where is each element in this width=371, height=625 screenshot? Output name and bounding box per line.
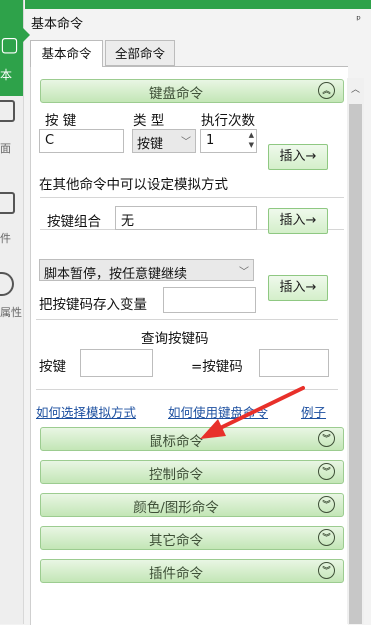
chevron-down-double-icon[interactable]: ︾ — [318, 430, 335, 447]
panel-title: 基本命令 — [31, 17, 84, 32]
chevron-down-double-icon[interactable]: ︾ — [318, 496, 335, 513]
vertical-scrollbar[interactable]: ︿ — [347, 78, 364, 624]
left-tab-properties[interactable]: 属性 — [0, 272, 23, 320]
section-plugin-header[interactable]: 插件命令 ︾ — [40, 559, 344, 583]
document-icon — [0, 192, 15, 214]
panel-top-accent — [25, 0, 371, 9]
section-mouse-label: 鼠标命令 — [149, 434, 203, 450]
type-select[interactable]: 按键 ﹀ — [132, 129, 196, 153]
insert-pause-button[interactable]: 插入→ — [268, 275, 328, 301]
chevron-up-double-icon[interactable]: ︽ — [318, 82, 335, 99]
scroll-thumb[interactable] — [349, 104, 362, 624]
tab-all-commands[interactable]: 全部命令 — [105, 40, 175, 66]
left-tab-interface[interactable]: 面 — [0, 100, 23, 156]
type-select-value: 按键 — [137, 137, 164, 152]
section-color-graphics-header[interactable]: 颜色/图形命令 ︾ — [40, 493, 344, 517]
script-icon: ▢ — [0, 32, 19, 56]
left-tab-interface-label: 面 — [0, 142, 11, 155]
pause-select[interactable]: 脚本暂停，按任意键继续 ﹀ — [39, 259, 254, 282]
link-choose-simulation[interactable]: 如何选择模拟方式 — [36, 402, 136, 421]
stepper-down-icon[interactable]: ▼ — [249, 141, 254, 149]
query-key-label: 按键 — [39, 359, 66, 375]
section-control-label: 控制命令 — [149, 467, 203, 483]
section-keyboard-header[interactable]: 键盘命令 ︽ — [40, 79, 344, 103]
left-tab-plugin-label: 件 — [0, 232, 11, 245]
query-title: 查询按键码 — [141, 331, 209, 347]
left-tab-basic-label: 本 — [0, 68, 13, 82]
chevron-down-double-icon[interactable]: ︾ — [318, 529, 335, 546]
pin-icon[interactable]: ᵖ — [356, 13, 361, 26]
section-other-label: 其它命令 — [149, 533, 203, 549]
left-tab-plugin[interactable]: 件 — [0, 192, 23, 246]
section-other-header[interactable]: 其它命令 ︾ — [40, 526, 344, 550]
column-type-label: 类 型 — [133, 113, 165, 129]
insert-combo-button[interactable]: 插入→ — [268, 208, 328, 234]
left-tab-basic[interactable]: ▢ 本 — [0, 0, 23, 96]
section-color-graphics-label: 颜色/图形命令 — [133, 500, 219, 516]
column-key-label: 按 键 — [45, 113, 77, 129]
count-value: 1 — [206, 133, 215, 148]
combo-label: 按键组合 — [47, 214, 101, 230]
left-tab-properties-label: 属性 — [0, 306, 22, 319]
chevron-down-icon: ﹀ — [239, 267, 249, 278]
chevron-down-icon: ﹀ — [181, 137, 191, 148]
info-icon — [0, 272, 14, 296]
section-keyboard-label: 键盘命令 — [149, 86, 203, 102]
stepper-up-icon[interactable]: ▲ — [249, 131, 254, 139]
scroll-up-icon[interactable]: ︿ — [347, 83, 364, 97]
section-mouse-header[interactable]: 鼠标命令 ︾ — [40, 427, 344, 451]
divider — [36, 319, 338, 320]
left-sidebar: ▢ 本 面 件 属性 — [0, 0, 24, 624]
chevron-down-double-icon[interactable]: ︾ — [318, 562, 335, 579]
command-panel: 基本命令 ᵖ 基本命令 全部命令 键盘命令 ︽ 按 键 类 型 执行次数 C 按… — [25, 0, 371, 625]
query-code-input[interactable] — [259, 349, 329, 377]
pause-select-value: 脚本暂停，按任意键继续 — [44, 267, 188, 282]
link-examples[interactable]: 例子 — [301, 402, 326, 421]
chevron-down-double-icon[interactable]: ︾ — [318, 463, 335, 480]
tab-content: 键盘命令 ︽ 按 键 类 型 执行次数 C 按键 ﹀ 1 ▲ ▼ 插入→ 在其他… — [30, 66, 348, 625]
count-stepper[interactable]: 1 ▲ ▼ — [200, 129, 257, 153]
insert-key-button[interactable]: 插入→ — [268, 144, 328, 170]
window-icon — [0, 100, 15, 122]
query-key-input[interactable] — [80, 349, 153, 377]
column-count-label: 执行次数 — [201, 113, 255, 129]
link-how-to-use-keyboard[interactable]: 如何使用键盘命令 — [168, 402, 268, 421]
key-input[interactable]: C — [39, 129, 124, 153]
combo-input[interactable]: 无 — [115, 206, 257, 230]
simulation-note: 在其他命令中可以设定模拟方式 — [39, 177, 228, 193]
tab-basic-commands[interactable]: 基本命令 — [30, 40, 103, 67]
section-plugin-label: 插件命令 — [149, 566, 203, 582]
divider — [36, 389, 338, 390]
save-var-label: 把按键码存入变量 — [39, 297, 147, 313]
save-var-input[interactable] — [163, 287, 256, 313]
section-control-header[interactable]: 控制命令 ︾ — [40, 460, 344, 484]
query-code-label: =按键码 — [191, 359, 243, 375]
